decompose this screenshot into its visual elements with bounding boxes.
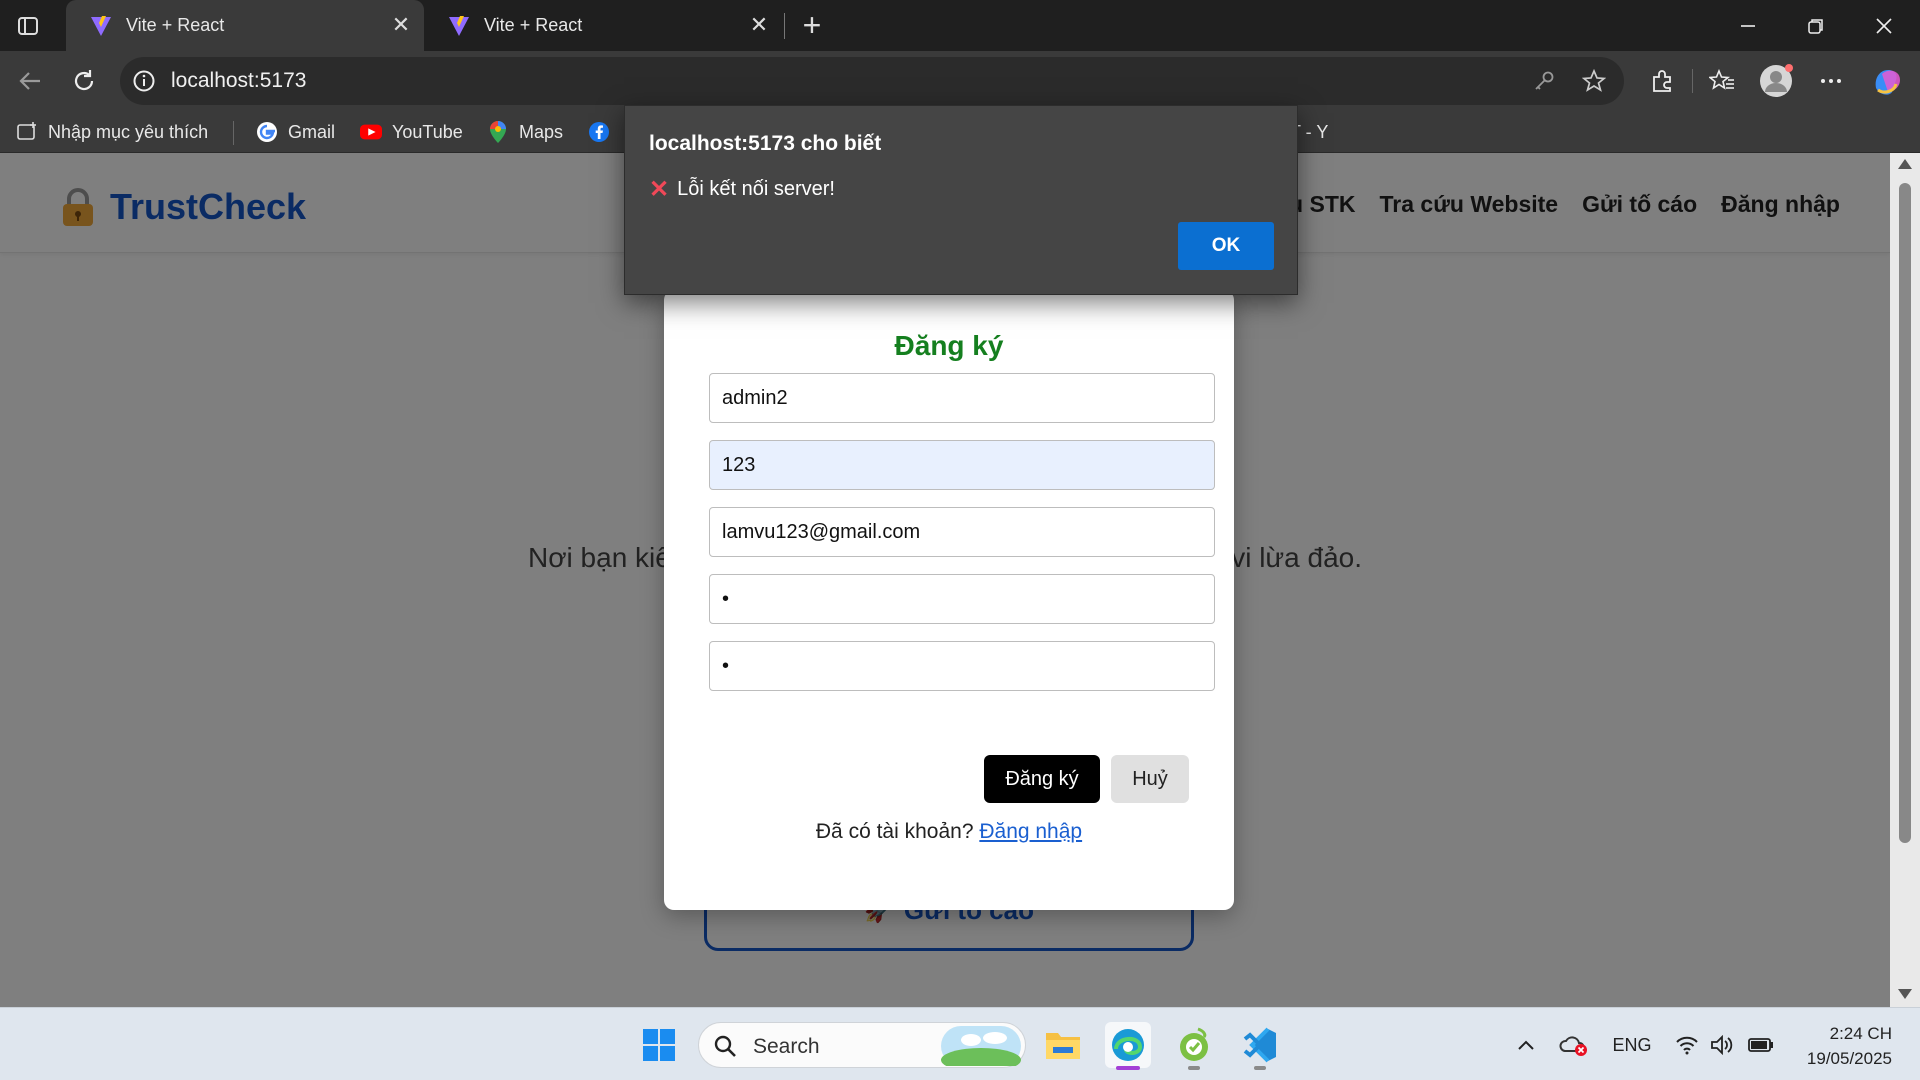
tab-2[interactable]: Vite + React ✕ — [424, 0, 782, 51]
clock-time: 2:24 CH — [1829, 1024, 1892, 1043]
search-highlight-icon — [941, 1026, 1021, 1066]
bookmark-maps[interactable]: Maps — [487, 119, 563, 145]
close-window-button[interactable] — [1850, 0, 1918, 51]
url-text[interactable]: localhost:5173 — [171, 69, 306, 93]
site-info-icon[interactable] — [132, 69, 156, 93]
extensions-icon[interactable] — [1643, 62, 1681, 100]
favorite-star-icon[interactable] — [1582, 69, 1606, 93]
search-placeholder: Search — [753, 1035, 820, 1058]
windows-logo-icon — [643, 1029, 675, 1061]
bookmark-facebook[interactable] — [588, 119, 620, 145]
key-icon[interactable] — [1532, 69, 1556, 93]
username-input[interactable] — [709, 373, 1215, 423]
coccoc-browser-icon[interactable] — [1171, 1022, 1217, 1070]
bookmarks-separator — [233, 121, 234, 145]
email-input[interactable] — [709, 507, 1215, 557]
scroll-down-arrow-icon[interactable] — [1898, 989, 1912, 999]
start-button[interactable] — [636, 1022, 682, 1068]
alert-title: localhost:5173 cho biết — [649, 132, 882, 155]
back-button[interactable] — [12, 63, 48, 99]
bookmark-add-icon — [16, 121, 38, 143]
bookmark-youtube[interactable]: YouTube — [360, 119, 463, 145]
search-icon — [714, 1035, 736, 1057]
login-prompt: Đã có tài khoản? Đăng nhập — [664, 820, 1234, 844]
page-scrollbar[interactable] — [1890, 153, 1920, 1007]
tab-1[interactable]: Vite + React ✕ — [66, 0, 424, 51]
onedrive-error-icon[interactable] — [1558, 1030, 1590, 1060]
password-input[interactable] — [709, 440, 1215, 490]
running-app-indicator — [1254, 1066, 1266, 1070]
register-modal: Đăng ký Đăng ký Huỷ Đã có tài khoản? Đăn… — [664, 290, 1234, 910]
favorites-icon[interactable] — [1703, 62, 1741, 100]
more-options-icon[interactable] — [1812, 62, 1850, 100]
toolbar-separator — [1692, 69, 1693, 93]
tab-divider — [784, 13, 785, 39]
bookmark-label: Maps — [519, 121, 564, 142]
bookmark-label: Nhập mục yêu thích — [48, 121, 209, 142]
close-tab-icon[interactable]: ✕ — [746, 12, 772, 38]
cancel-button[interactable]: Huỷ — [1111, 755, 1189, 803]
bookmark-label: Gmail — [288, 121, 336, 142]
close-tab-icon[interactable]: ✕ — [388, 12, 414, 38]
minimize-button[interactable] — [1714, 0, 1782, 51]
vscode-icon[interactable] — [1237, 1022, 1283, 1070]
browser-tab-bar: Vite + React ✕ Vite + React ✕ + — [0, 0, 1920, 51]
secret-field-2[interactable] — [709, 641, 1215, 691]
browser-toolbar: localhost:5173 — [0, 51, 1920, 111]
volume-icon[interactable] — [1708, 1030, 1736, 1060]
vite-icon — [446, 13, 472, 39]
scrollbar-thumb[interactable] — [1899, 183, 1911, 843]
alert-dialog: localhost:5173 cho biết ✕ Lỗi kết nối se… — [624, 105, 1298, 295]
edge-browser-icon[interactable] — [1105, 1022, 1151, 1070]
tab-actions-icon[interactable] — [14, 12, 42, 40]
taskbar-clock[interactable]: 2:24 CH 19/05/2025 — [1807, 1021, 1892, 1071]
facebook-icon — [588, 121, 610, 143]
scroll-up-arrow-icon[interactable] — [1898, 159, 1912, 169]
google-icon — [256, 121, 278, 143]
input-language-indicator[interactable]: ENG — [1612, 1030, 1652, 1060]
tab-2-title: Vite + React — [484, 15, 583, 35]
bookmark-add-favorite[interactable]: Nhập mục yêu thích — [16, 119, 208, 145]
new-tab-button[interactable]: + — [796, 9, 828, 42]
bookmark-gmail[interactable]: Gmail — [256, 119, 335, 145]
clock-date: 19/05/2025 — [1806, 1049, 1892, 1068]
profile-avatar-icon[interactable] — [1757, 62, 1795, 100]
register-button[interactable]: Đăng ký — [984, 755, 1100, 803]
maps-icon — [487, 121, 509, 143]
battery-icon[interactable] — [1746, 1030, 1776, 1060]
tab-1-title: Vite + React — [126, 15, 225, 35]
copilot-icon[interactable] — [1868, 62, 1906, 100]
reload-button[interactable] — [66, 63, 102, 99]
login-link[interactable]: Đăng nhập — [979, 820, 1082, 843]
taskbar-search[interactable]: Search — [698, 1022, 1026, 1068]
windows-taskbar: Search ENG 2:24 CH 19/05/2025 — [0, 1007, 1920, 1080]
wifi-icon[interactable] — [1672, 1030, 1702, 1060]
alert-message: ✕ Lỗi kết nối server! — [649, 175, 835, 204]
have-account-text: Đã có tài khoản? — [815, 820, 974, 843]
bookmark-label: YouTube — [392, 121, 463, 142]
secret-field-1[interactable] — [709, 574, 1215, 624]
file-explorer-icon[interactable] — [1040, 1022, 1086, 1068]
modal-title: Đăng ký — [894, 330, 1004, 361]
address-bar[interactable]: localhost:5173 — [120, 57, 1624, 105]
show-hidden-icons-chevron-icon[interactable] — [1512, 1030, 1540, 1060]
youtube-icon — [360, 121, 382, 143]
running-app-indicator — [1188, 1066, 1200, 1070]
vite-icon — [88, 13, 114, 39]
alert-ok-button[interactable]: OK — [1178, 222, 1274, 270]
restore-button[interactable] — [1782, 0, 1850, 51]
alert-message-text: Lỗi kết nối server! — [677, 178, 835, 200]
active-app-indicator — [1116, 1066, 1140, 1070]
error-x-icon: ✕ — [649, 176, 670, 203]
